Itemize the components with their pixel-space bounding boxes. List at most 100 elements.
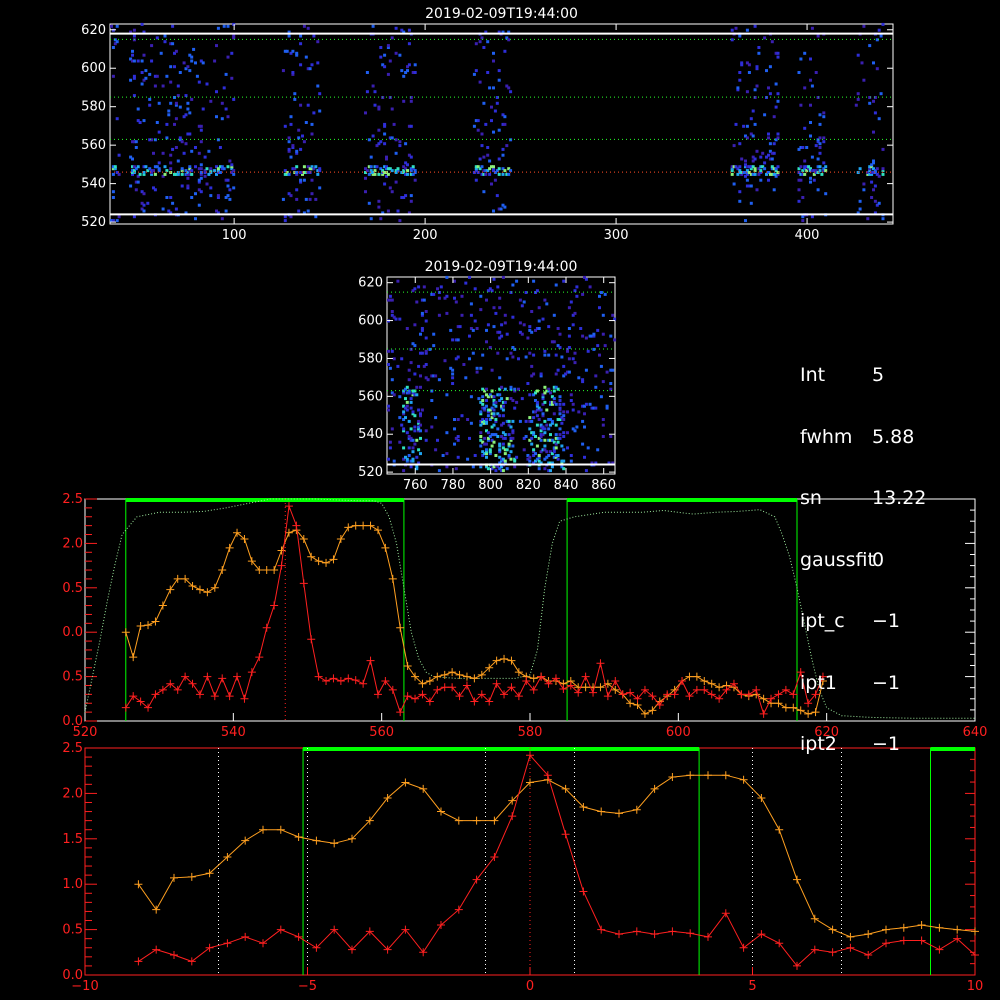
heatmap-pixel [511, 444, 515, 448]
info-value: 0 [872, 548, 885, 571]
heatmap-pixel [411, 410, 415, 414]
heatmap-pixel [494, 400, 498, 404]
heatmap-pixel [306, 103, 310, 107]
heatmap-pixel [411, 165, 415, 169]
heatmap-pixel [515, 279, 519, 283]
heatmap-pixel [419, 452, 422, 456]
data-point [935, 923, 944, 932]
heatmap-pixel [575, 425, 579, 429]
heatmap-pixel [394, 138, 398, 142]
heatmap-pixel [592, 332, 596, 336]
y-tick-label: 580 [81, 100, 106, 115]
heatmap-pixel [497, 69, 501, 73]
heatmap-pixel [768, 92, 772, 96]
data-point [173, 574, 182, 583]
heatmap-pixel [297, 209, 301, 213]
heatmap-pixel [439, 285, 443, 289]
heatmap-pixel [558, 395, 562, 399]
heatmap-pixel [184, 113, 188, 117]
data-point [322, 558, 331, 567]
heatmap-pixel [537, 319, 541, 323]
heatmap-pixel [872, 188, 875, 192]
heatmap-pixel [456, 355, 460, 359]
heatmap-pixel [402, 469, 406, 473]
heatmap-pixel [584, 336, 588, 340]
data-point [255, 653, 264, 662]
heatmap-pixels-1 [110, 22, 885, 223]
data-point [336, 677, 345, 686]
heatmap-pixel [498, 306, 502, 310]
heatmap-pixel [541, 412, 545, 416]
heatmap-pixel [222, 24, 226, 28]
heatmap-pixel [142, 192, 146, 196]
heatmap-pixel [856, 92, 860, 96]
heatmap-pixel [451, 382, 455, 385]
heatmap-pixel [738, 165, 742, 169]
heatmap-pixel [745, 90, 749, 94]
heatmap-pixel [111, 190, 115, 194]
heatmap-pixel [396, 209, 400, 213]
data-point [611, 677, 620, 686]
heatmap-pixel [588, 285, 592, 289]
heatmap-pixel [407, 378, 411, 382]
heatmap-pixel [390, 310, 394, 313]
heatmap-pixel [131, 49, 134, 53]
heatmap-pixel [497, 167, 501, 171]
heatmap-pixel [492, 440, 496, 444]
info-row-ipt-c: ipt_c −1 [800, 611, 926, 632]
heatmap-pixel [543, 353, 547, 357]
heatmap-pixel [875, 67, 879, 71]
heatmap-pixel [299, 42, 303, 46]
data-point [500, 654, 509, 663]
heatmap-pixel [111, 172, 115, 176]
heatmap-pixel [552, 397, 556, 401]
data-point [462, 681, 471, 690]
heatmap-pixel [138, 172, 142, 176]
data-point [166, 585, 175, 594]
data-point [899, 923, 908, 932]
heatmap-pixel [759, 155, 763, 159]
heatmap-pixel [434, 448, 438, 452]
heatmap-pixel [736, 86, 740, 90]
heatmap-pixel [406, 172, 409, 176]
heatmap-pixel [870, 196, 874, 199]
heatmap-pixel [392, 393, 396, 397]
heatmap-pixel [426, 378, 430, 382]
heatmap-pixel [197, 151, 201, 155]
heatmap-pixel [581, 442, 585, 446]
heatmap-pixel [369, 155, 373, 159]
heatmap-pixel [809, 57, 812, 61]
data-point [396, 623, 405, 632]
data-point [284, 502, 293, 511]
data-point [581, 683, 590, 692]
data-point [864, 930, 873, 939]
heatmap-pixel [407, 28, 411, 32]
heatmap-pixel [554, 446, 558, 450]
heatmap-pixel [199, 190, 203, 194]
heatmap-pixel [220, 117, 224, 121]
heatmap-pixel [797, 188, 801, 192]
heatmap-pixel [518, 298, 522, 302]
heatmap-pixel [419, 429, 422, 433]
heatmap-pixel [419, 385, 422, 389]
heatmap-pixel [434, 374, 438, 378]
heatmap-pixel [814, 144, 818, 148]
heatmap-pixel [289, 155, 293, 159]
heatmap-pixel [490, 444, 494, 448]
heatmap-pixel [803, 172, 807, 176]
heatmap-pixel [768, 65, 772, 69]
heatmap-pixel [199, 124, 203, 128]
heatmap-pixel [767, 86, 770, 90]
heatmap-pixel [190, 55, 194, 59]
heatmap-pixel [302, 140, 306, 144]
heatmap-pixel [383, 122, 387, 126]
heatmap-pixel [745, 28, 749, 32]
heatmap-pixel [161, 84, 165, 88]
data-point [692, 672, 701, 681]
heatmap-pixel [480, 132, 484, 136]
heatmap-pixel [165, 196, 169, 199]
x-tick-label: 560 [369, 725, 394, 740]
heatmap-pixel [488, 86, 492, 90]
heatmap-pixel [422, 298, 426, 302]
heatmap-pixel [596, 328, 600, 332]
